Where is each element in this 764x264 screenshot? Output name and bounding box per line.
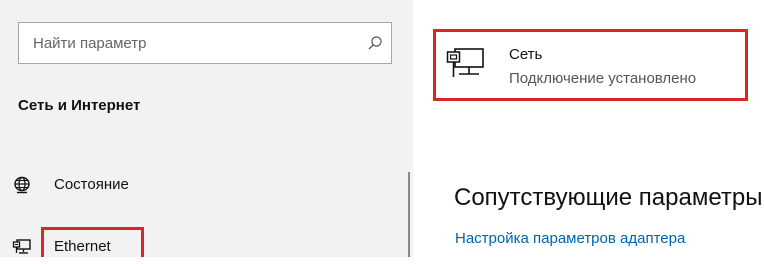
sidebar-item-ethernet[interactable]: Ethernet: [0, 230, 405, 264]
globe-icon: [12, 175, 32, 195]
related-settings-heading: Сопутствующие параметры: [454, 184, 763, 211]
section-title: Сеть и Интернет: [18, 97, 141, 114]
ethernet-icon: [12, 237, 32, 257]
search-icon[interactable]: [359, 23, 391, 63]
sidebar: Сеть и Интернет Состояние: [0, 0, 413, 257]
network-status-card[interactable]: Сеть Подключение установлено: [433, 29, 748, 101]
ethernet-monitor-icon: [446, 47, 486, 79]
network-status-text: Подключение установлено: [509, 70, 697, 87]
sidebar-scrollbar[interactable]: [408, 172, 410, 257]
adapter-settings-link[interactable]: Настройка параметров адаптера: [455, 230, 685, 247]
sidebar-item-label: Состояние: [54, 176, 129, 193]
sidebar-item-status[interactable]: Состояние: [0, 168, 405, 202]
search-input[interactable]: [19, 23, 359, 63]
sidebar-item-label: Ethernet: [54, 238, 111, 255]
search-box[interactable]: [18, 22, 392, 64]
network-name: Сеть: [509, 46, 543, 63]
